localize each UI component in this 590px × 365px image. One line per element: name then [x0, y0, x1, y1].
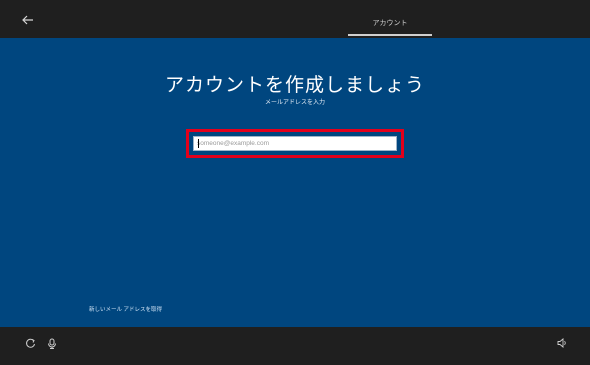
setup-screen: アカウント アカウントを作成しましょう メールアドレスを入力 新しいメール アド…: [0, 0, 590, 365]
volume-icon[interactable]: [556, 337, 568, 349]
back-arrow-icon[interactable]: [20, 14, 36, 26]
microphone-icon[interactable]: [46, 337, 58, 349]
page-title: アカウントを作成しましょう: [164, 75, 425, 96]
step-label-account: アカウント: [372, 20, 408, 27]
step-underline: [348, 34, 432, 36]
page-subtitle: メールアドレスを入力: [264, 100, 325, 106]
top-bar: アカウント: [0, 0, 590, 38]
ease-of-access-icon[interactable]: [24, 337, 36, 349]
email-field[interactable]: [193, 136, 397, 151]
email-highlight-box: [186, 129, 404, 158]
new-email-link[interactable]: 新しいメール アドレスを取得: [89, 305, 162, 313]
bottom-bar: [0, 327, 590, 365]
main-panel: アカウントを作成しましょう メールアドレスを入力 新しいメール アドレスを取得 …: [0, 38, 590, 361]
text-caret: [198, 139, 199, 148]
